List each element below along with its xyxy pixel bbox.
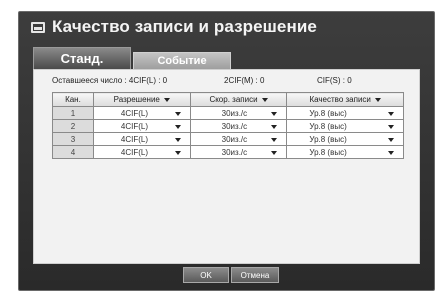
remaining-4cif: Оставшееся число : 4CIF(L) : 0	[52, 76, 168, 85]
quality-select[interactable]: Ур.8 (выс)	[286, 145, 404, 159]
resolution-select[interactable]: 4CIF(L)	[92, 145, 191, 159]
table-row: 2 4CIF(L) 30из./с Ур.8 (выс)	[52, 119, 404, 133]
channel-number: 1	[52, 106, 94, 120]
header-record-rate[interactable]: Скор. записи	[189, 92, 288, 107]
table-row: 1 4CIF(L) 30из./с Ур.8 (выс)	[52, 106, 404, 120]
dropdown-arrow-icon	[174, 151, 181, 155]
rate-select[interactable]: 30из./с	[189, 145, 288, 159]
channel-number: 4	[52, 145, 94, 159]
rate-select[interactable]: 30из./с	[189, 132, 288, 146]
sort-arrow-icon	[163, 97, 170, 102]
remaining-count: Оставшееся число : 4CIF(L) : 0 2CIF(M) :…	[34, 74, 419, 88]
monitor-icon	[31, 21, 45, 33]
rate-select[interactable]: 30из./с	[189, 106, 288, 120]
cancel-button[interactable]: Отмена	[231, 267, 279, 283]
dropdown-arrow-icon	[174, 112, 181, 116]
sort-arrow-icon	[374, 97, 381, 102]
ok-button[interactable]: OK	[183, 267, 229, 283]
resolution-select[interactable]: 4CIF(L)	[92, 119, 191, 133]
dropdown-arrow-icon	[174, 138, 181, 142]
remaining-2cif: 2CIF(M) : 0	[224, 76, 265, 85]
table-row: 3 4CIF(L) 30из./с Ур.8 (выс)	[52, 132, 404, 146]
tab-bar: Станд. Событие	[33, 47, 231, 69]
quality-select[interactable]: Ур.8 (выс)	[286, 119, 404, 133]
remaining-cif: CIF(S) : 0	[317, 76, 352, 85]
dropdown-arrow-icon	[388, 138, 394, 142]
channel-table: Кан. Разрешение Скор. записи Качество за…	[52, 92, 404, 159]
channel-number: 3	[52, 132, 94, 146]
dropdown-arrow-icon	[271, 112, 278, 116]
dropdown-arrow-icon	[271, 125, 278, 129]
dropdown-arrow-icon	[388, 112, 394, 116]
header-record-quality[interactable]: Качество записи	[286, 92, 404, 107]
dropdown-arrow-icon	[271, 138, 278, 142]
header-resolution[interactable]: Разрешение	[92, 92, 191, 107]
header-channel: Кан.	[52, 92, 94, 107]
dropdown-arrow-icon	[388, 151, 394, 155]
resolution-select[interactable]: 4CIF(L)	[92, 106, 191, 120]
sort-arrow-icon	[261, 97, 268, 102]
table-header-row: Кан. Разрешение Скор. записи Качество за…	[52, 92, 404, 107]
dropdown-arrow-icon	[271, 151, 278, 155]
settings-panel: Оставшееся число : 4CIF(L) : 0 2CIF(M) :…	[33, 69, 420, 264]
dialog-window: Качество записи и разрешение Станд. Собы…	[18, 11, 435, 291]
dialog-title: Качество записи и разрешение	[52, 17, 317, 36]
quality-select[interactable]: Ур.8 (выс)	[286, 106, 404, 120]
dropdown-arrow-icon	[388, 125, 394, 129]
rate-select[interactable]: 30из./с	[189, 119, 288, 133]
title-bar: Качество записи и разрешение	[19, 12, 434, 42]
table-row: 4 4CIF(L) 30из./с Ур.8 (выс)	[52, 145, 404, 159]
resolution-select[interactable]: 4CIF(L)	[92, 132, 191, 146]
channel-number: 2	[52, 119, 94, 133]
dropdown-arrow-icon	[174, 125, 181, 129]
quality-select[interactable]: Ур.8 (выс)	[286, 132, 404, 146]
tab-event[interactable]: Событие	[133, 52, 231, 69]
tab-standard[interactable]: Станд.	[33, 47, 131, 69]
